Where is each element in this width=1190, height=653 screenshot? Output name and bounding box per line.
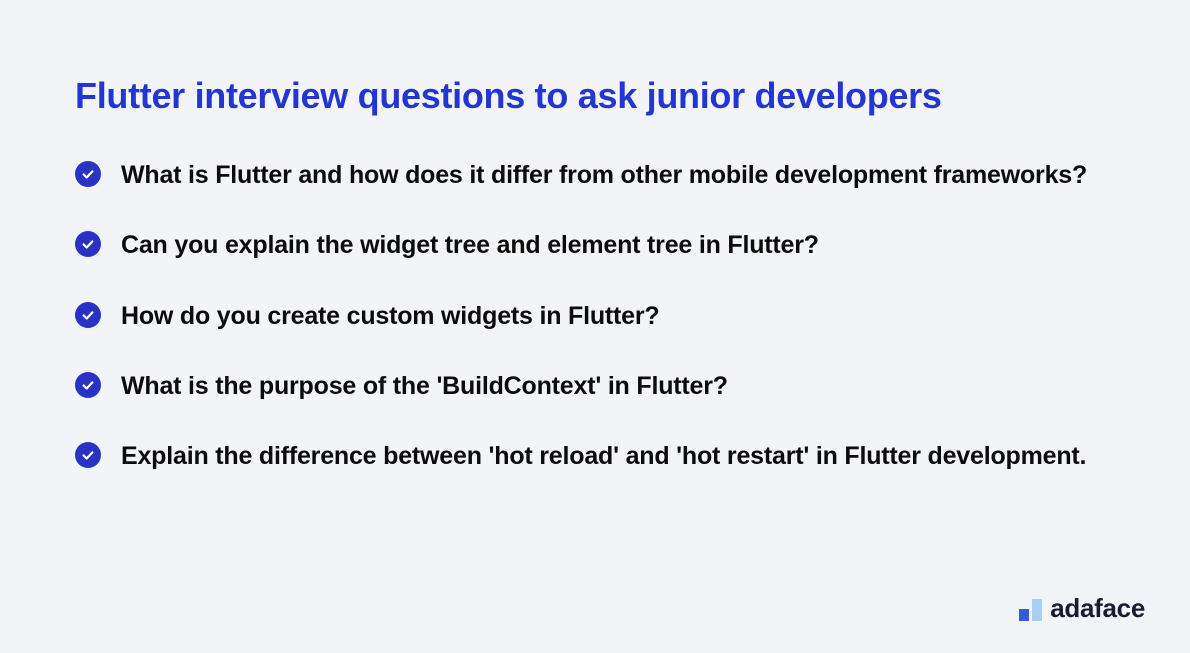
logo-bars-icon bbox=[1019, 597, 1042, 621]
brand-name: adaface bbox=[1050, 595, 1145, 621]
question-text: What is the purpose of the 'BuildContext… bbox=[121, 368, 728, 404]
list-item: Explain the difference between 'hot relo… bbox=[75, 438, 1115, 474]
question-text: What is Flutter and how does it differ f… bbox=[121, 157, 1087, 193]
check-icon bbox=[75, 372, 101, 398]
list-item: What is the purpose of the 'BuildContext… bbox=[75, 368, 1115, 404]
question-text: Explain the difference between 'hot relo… bbox=[121, 438, 1086, 474]
list-item: How do you create custom widgets in Flut… bbox=[75, 298, 1115, 334]
questions-list: What is Flutter and how does it differ f… bbox=[75, 157, 1115, 474]
check-icon bbox=[75, 231, 101, 257]
brand-logo: adaface bbox=[1019, 595, 1145, 621]
page-title: Flutter interview questions to ask junio… bbox=[75, 75, 1115, 117]
list-item: Can you explain the widget tree and elem… bbox=[75, 227, 1115, 263]
check-icon bbox=[75, 302, 101, 328]
check-icon bbox=[75, 161, 101, 187]
question-text: How do you create custom widgets in Flut… bbox=[121, 298, 659, 334]
list-item: What is Flutter and how does it differ f… bbox=[75, 157, 1115, 193]
check-icon bbox=[75, 442, 101, 468]
question-text: Can you explain the widget tree and elem… bbox=[121, 227, 819, 263]
